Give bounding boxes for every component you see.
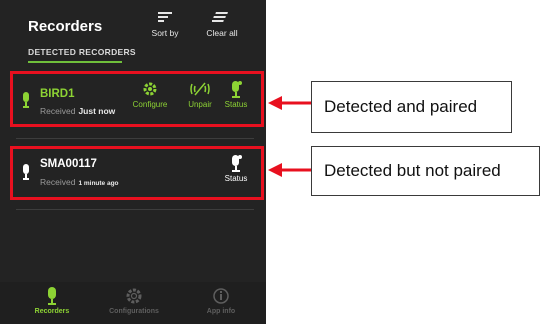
arrow-left-icon bbox=[268, 96, 312, 110]
gear-icon bbox=[94, 286, 174, 308]
highlight-box-paired bbox=[10, 71, 264, 127]
nav-configurations[interactable]: Configurations bbox=[94, 286, 174, 315]
section-underline bbox=[28, 61, 122, 63]
nav-recorders[interactable]: Recorders bbox=[12, 286, 92, 315]
row-divider bbox=[16, 138, 254, 139]
section-label: DETECTED RECORDERS bbox=[28, 47, 136, 57]
callout-paired: Detected and paired bbox=[311, 81, 512, 133]
clear-all-label: Clear all bbox=[206, 28, 238, 38]
callout-paired-text: Detected and paired bbox=[324, 97, 478, 116]
sort-button[interactable]: Sort by bbox=[140, 8, 190, 38]
highlight-box-not-paired bbox=[10, 146, 264, 200]
nav-label: Recorders bbox=[34, 308, 70, 315]
nav-label: App info bbox=[206, 308, 236, 315]
info-icon bbox=[181, 286, 261, 308]
clear-all-icon bbox=[197, 8, 247, 28]
page-title: Recorders bbox=[28, 18, 103, 35]
bottom-nav: Recorders Configurations App info bbox=[0, 282, 266, 324]
sort-label: Sort by bbox=[151, 28, 179, 38]
callout-not-paired: Detected but not paired bbox=[311, 146, 540, 196]
callout-not-paired-text: Detected but not paired bbox=[324, 161, 501, 180]
mic-icon bbox=[12, 286, 92, 308]
clear-all-button[interactable]: Clear all bbox=[197, 8, 247, 38]
arrow-left-icon bbox=[268, 163, 312, 177]
nav-app-info[interactable]: App info bbox=[181, 286, 261, 315]
header: Recorders Sort by Clear all DETECTED REC… bbox=[0, 0, 266, 66]
sort-icon bbox=[140, 8, 190, 28]
row-divider bbox=[16, 209, 254, 210]
nav-label: Configurations bbox=[109, 308, 159, 315]
